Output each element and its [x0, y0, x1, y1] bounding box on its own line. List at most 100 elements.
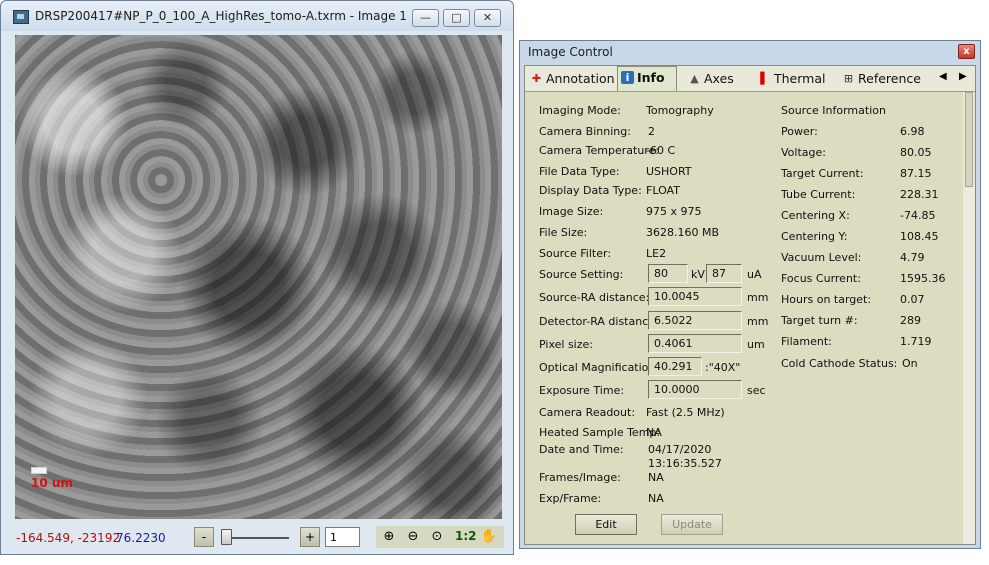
image-window: DRSP200417#NP_P_0_100_A_HighRes_tomo-A.t… [0, 0, 514, 555]
source-info-label: Power: [781, 125, 818, 138]
tab-info-label: Info [637, 70, 665, 85]
zoom-slider-track[interactable] [224, 537, 289, 539]
camera-readout-label: Camera Readout: [539, 406, 636, 419]
image-control-close-button[interactable]: x [958, 44, 975, 59]
camera-temperature-label: Camera Temperature: [539, 144, 660, 157]
zoom-in-icon[interactable]: ⊕ [380, 528, 398, 546]
info-panel: Imaging Mode: Tomography Camera Binning:… [525, 92, 963, 544]
frames-image-value: NA [648, 471, 664, 484]
zoom-toolbar: ⊕ ⊖ ⊙ 1:2 ✋ [376, 526, 504, 548]
image-size-label: Image Size: [539, 205, 604, 218]
source-info-value: 228.31 [900, 188, 939, 201]
source-info-label: Voltage: [781, 146, 826, 159]
maximize-button[interactable]: □ [443, 9, 470, 27]
vertical-scrollbar-thumb[interactable] [965, 92, 973, 187]
source-ra-distance-unit: mm [747, 291, 769, 304]
image-window-titlebar[interactable]: DRSP200417#NP_P_0_100_A_HighRes_tomo-A.t… [1, 1, 513, 31]
tab-reference-label: Reference [858, 71, 921, 86]
info-icon: i [621, 71, 634, 84]
source-ua-field[interactable]: 87 [706, 264, 742, 283]
pan-hand-icon[interactable]: ✋ [480, 528, 498, 546]
source-info-label: Target Current: [781, 167, 864, 180]
axes-icon: ▲ [690, 72, 699, 85]
tab-scroll-right-icon[interactable]: ▶ [959, 71, 967, 82]
file-size-value: 3628.160 MB [646, 226, 720, 239]
pixel-size-field[interactable]: 0.4061 [648, 334, 742, 353]
exposure-time-unit: sec [747, 384, 766, 397]
zoom-slider-thumb[interactable] [221, 529, 232, 545]
source-info-value: On [902, 357, 918, 370]
time-value: 13:16:35.527 [648, 457, 722, 470]
source-ua-unit: uA [747, 268, 762, 281]
image-window-title: DRSP200417#NP_P_0_100_A_HighRes_tomo-A.t… [35, 9, 407, 23]
detector-ra-distance-unit: mm [747, 315, 769, 328]
scalebar-label: 10 um [31, 476, 73, 490]
tab-thermal[interactable]: ▌ Thermal [755, 68, 835, 90]
zoom-out-icon[interactable]: ⊖ [404, 528, 422, 546]
source-info-label: Centering X: [781, 209, 850, 222]
camera-binning-value: 2 [648, 125, 655, 138]
source-kv-unit: kV [691, 268, 705, 281]
pixel-value: 76.2230 [116, 531, 166, 545]
source-filter-label: Source Filter: [539, 247, 612, 260]
update-button[interactable]: Update [661, 514, 723, 535]
source-info-label: Target turn #: [781, 314, 858, 327]
minimize-button[interactable]: — [412, 9, 439, 27]
source-filter-value: LE2 [646, 247, 667, 260]
source-ra-distance-field[interactable]: 10.0045 [648, 287, 742, 306]
zoom-ratio[interactable]: 1:2 [455, 529, 477, 543]
optical-magnification-field[interactable]: 40.291 [648, 357, 702, 376]
source-info-value: 1595.36 [900, 272, 946, 285]
source-info-value: -74.85 [900, 209, 936, 222]
source-kv-field[interactable]: 80 [648, 264, 688, 283]
source-info-label: Tube Current: [781, 188, 856, 201]
app-icon [13, 10, 29, 24]
exposure-time-field[interactable]: 10.0000 [648, 380, 742, 399]
edit-button[interactable]: Edit [575, 514, 637, 535]
source-info-value: 108.45 [900, 230, 939, 243]
source-info-label: Cold Cathode Status: [781, 357, 898, 370]
vertical-scrollbar[interactable] [964, 92, 974, 544]
file-data-type-label: File Data Type: [539, 165, 620, 178]
source-info-header: Source Information [781, 104, 886, 117]
tab-info[interactable]: i Info [617, 66, 677, 91]
heated-sample-temp-label: Heated Sample Temp: [539, 426, 661, 439]
zoom-in-button[interactable]: + [300, 527, 320, 547]
zoom-fit-icon[interactable]: ⊙ [428, 528, 446, 546]
exposure-time-label: Exposure Time: [539, 384, 625, 397]
tab-reference[interactable]: ⊞ Reference [839, 68, 925, 90]
source-info-label: Hours on target: [781, 293, 872, 306]
camera-binning-label: Camera Binning: [539, 125, 631, 138]
tab-annotation-label: Annotation [546, 71, 615, 86]
image-size-value: 975 x 975 [646, 205, 702, 218]
cursor-coordinates: -164.549, -23192 [16, 531, 121, 545]
heated-sample-temp-value: NA [646, 426, 662, 439]
annotation-icon: ✚ [531, 72, 542, 85]
pixel-size-unit: um [747, 338, 765, 351]
zoom-out-button[interactable]: - [194, 527, 214, 547]
source-info-value: 87.15 [900, 167, 932, 180]
zoom-input[interactable] [325, 527, 360, 547]
source-info-value: 0.07 [900, 293, 925, 306]
close-button[interactable]: ✕ [474, 9, 501, 27]
exp-frame-value: NA [648, 492, 664, 505]
date-value: 04/17/2020 [648, 443, 712, 456]
display-data-type-value: FLOAT [646, 184, 680, 197]
optical-magnification-unit: :"40X" [705, 361, 741, 374]
detector-ra-distance-field[interactable]: 6.5022 [648, 311, 742, 330]
source-info-label: Vacuum Level: [781, 251, 862, 264]
tab-scroll-left-icon[interactable]: ◀ [939, 71, 947, 82]
file-size-label: File Size: [539, 226, 588, 239]
source-info-label: Focus Current: [781, 272, 861, 285]
source-info-value: 1.719 [900, 335, 932, 348]
frames-image-label: Frames/Image: [539, 471, 621, 484]
tomography-image[interactable]: 10 um [15, 35, 502, 519]
tab-axes[interactable]: ▲ Axes [685, 68, 751, 90]
source-info-label: Centering Y: [781, 230, 848, 243]
source-info-value: 289 [900, 314, 921, 327]
source-info-value: 4.79 [900, 251, 925, 264]
date-time-label: Date and Time: [539, 443, 624, 456]
source-info-value: 6.98 [900, 125, 925, 138]
exp-frame-label: Exp/Frame: [539, 492, 602, 505]
tab-annotation[interactable]: ✚ Annotation [527, 68, 617, 90]
